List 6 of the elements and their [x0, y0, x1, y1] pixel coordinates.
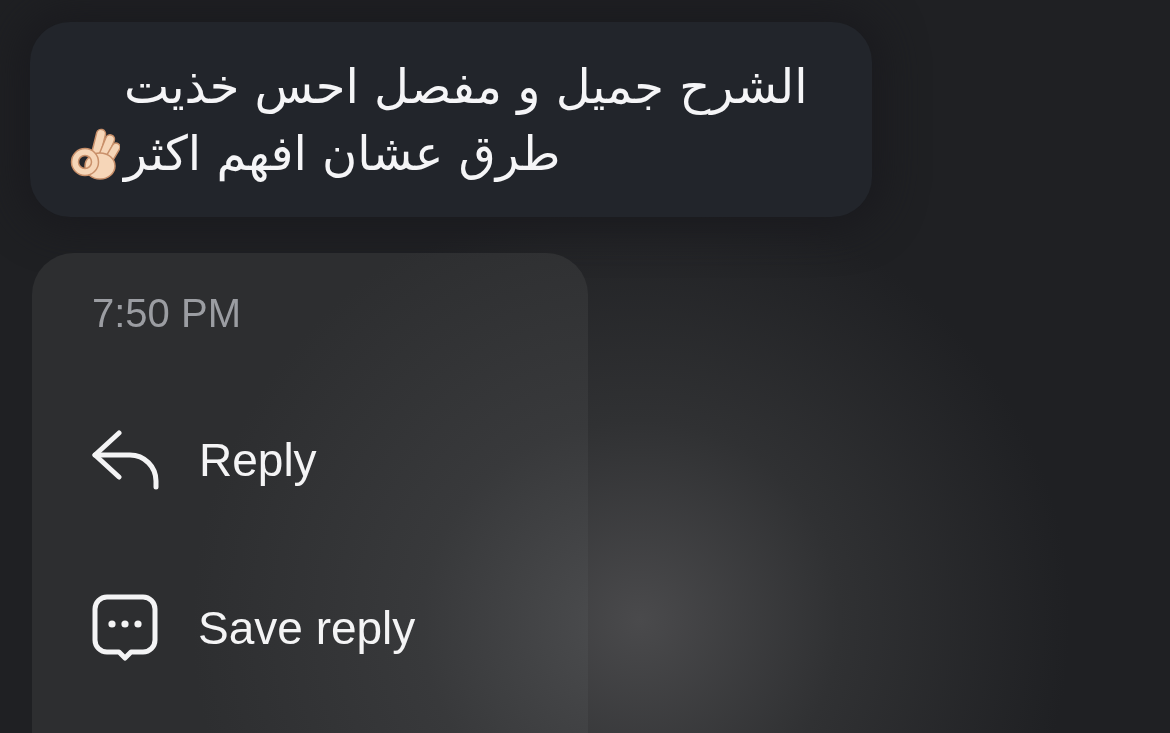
menu-item[interactable]: Reply	[32, 376, 588, 544]
menu-item[interactable]: Save reply	[32, 544, 588, 712]
message-time: 7:50 PM	[91, 290, 242, 337]
speech-bubble-dots-icon	[92, 594, 158, 662]
ok-hand-emoji-icon	[70, 127, 120, 181]
message-text: الشرح جميل و مفصل احس خذيت طرق عشان افهم اكثر	[124, 57, 809, 184]
